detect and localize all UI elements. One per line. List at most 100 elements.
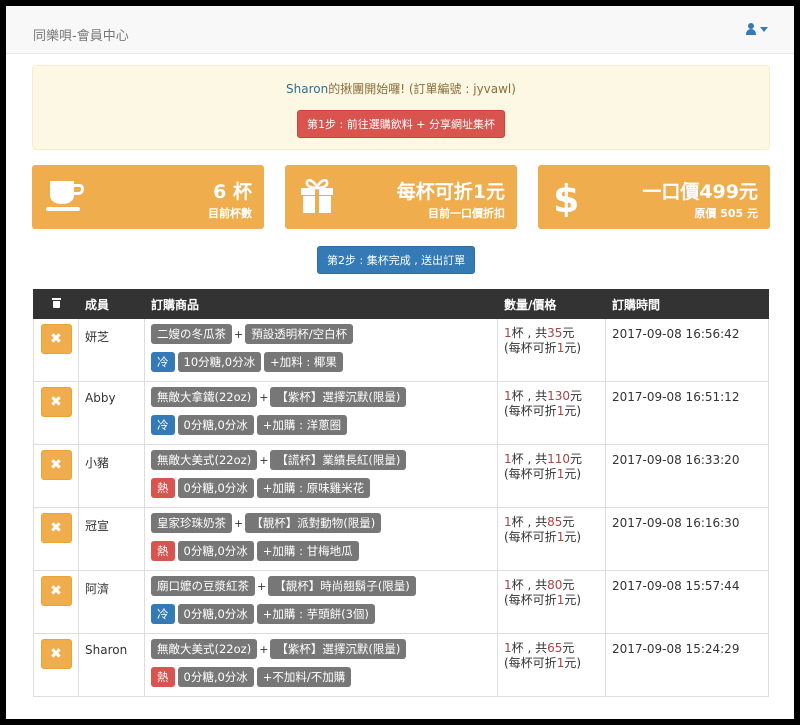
discount-suffix: 元): [564, 530, 582, 544]
member-name: Sharon: [85, 643, 128, 657]
item-line-2: 冷 0分糖,0分冰 +加購 : 洋蔥圈: [151, 415, 491, 435]
drink-label: 廟口嬤の豆漿紅茶: [151, 576, 255, 596]
discount-prefix: (每杯可折: [504, 656, 557, 670]
qty-unit: 杯 , 共: [511, 389, 548, 403]
discount-suffix: 元): [564, 341, 582, 355]
order-notice: Sharon的揪團開始囉! (訂單編號 : jyvawl) 第1步 : 前往選購…: [32, 65, 770, 150]
item-line-2: 熱 0分糖,0分冰 +不加料/不加購: [151, 667, 491, 687]
coffee-cup-icon: [46, 181, 84, 211]
sugar-ice-label: 0分糖,0分冰: [177, 604, 254, 624]
qty-unit: 杯 , 共: [511, 515, 548, 529]
table-row: ✖ 阿濟 廟口嬤の豆漿紅茶 + 【靚杯】時尚翹鬍子(限量) 冷 0分糖,0分冰 +加購 : 芋…: [33, 570, 769, 634]
drink-label: 無敵大美式(22oz): [151, 639, 258, 659]
page-frame: 同樂唄-會員中心 Sharon的揪團開始囉! (訂單編號 : jyvawl) 第…: [6, 6, 794, 719]
addon-label: +加購 : 甘梅地瓜: [256, 541, 359, 561]
discount-prefix: (每杯可折: [504, 341, 557, 355]
trash-icon: [51, 298, 61, 308]
price-unit: 元: [570, 452, 583, 466]
items-cell: 無敵大拿鐵(22oz) + 【紫杯】選擇沉默(限量) 冷 0分糖,0分冰 +加購 : 洋蔥…: [144, 381, 498, 445]
qty-value: 1: [504, 389, 512, 403]
qty-cell: 1杯 , 共65元 (每杯可折1元): [497, 633, 606, 697]
order-time: 2017-09-08 15:24:29: [612, 642, 740, 656]
notice-text: Sharon的揪團開始囉! (訂單編號 : jyvawl): [33, 80, 769, 97]
discount-prefix: (每杯可折: [504, 530, 557, 544]
discount-prefix: (每杯可折: [504, 404, 557, 418]
price-unit: 元: [562, 578, 575, 592]
sugar-ice-label: 10分糖,0分冰: [177, 352, 262, 372]
time-cell: 2017-09-08 16:56:42: [605, 318, 769, 382]
order-table: 成員 訂購商品 數量/價格 訂購時間 ✖ 妍芝 二嫂の冬瓜茶 + 預設透明杯/空白杯冷 1…: [33, 289, 769, 697]
app-title[interactable]: 同樂唄-會員中心: [33, 25, 129, 44]
drink-label: 無敵大拿鐵(22oz): [151, 387, 258, 407]
navbar: 同樂唄-會員中心: [6, 6, 794, 54]
qty-unit: 杯 , 共: [511, 641, 548, 655]
delete-button[interactable]: ✖: [40, 576, 72, 606]
table-row: ✖ 小豬 無敵大美式(22oz) + 【謊杯】業績長紅(限量) 熱 0分糖,0分冰 +加購 :…: [33, 444, 769, 508]
item-line-1: 無敵大美式(22oz) + 【紫杯】選擇沉默(限量): [151, 639, 491, 659]
price-value: 130: [547, 389, 570, 403]
header-items: 訂購商品: [144, 289, 498, 319]
notice-message: 的揪團開始囉! (訂單編號 : jyvawl): [328, 82, 516, 96]
step2-button[interactable]: 第2步 : 集杯完成 , 送出訂單: [317, 246, 476, 274]
delete-button[interactable]: ✖: [40, 450, 72, 480]
item-line-1: 二嫂の冬瓜茶 + 預設透明杯/空白杯: [151, 324, 491, 344]
member-name: 小豬: [85, 456, 110, 470]
qty-value: 1: [504, 578, 512, 592]
sugar-ice-label: 0分糖,0分冰: [177, 667, 254, 687]
plus-sign: +: [234, 327, 244, 341]
plus-sign: +: [259, 390, 269, 404]
delete-button[interactable]: ✖: [40, 639, 72, 669]
member-cell: 妍芝: [78, 318, 145, 382]
delete-button[interactable]: ✖: [40, 387, 72, 417]
qty-unit: 杯 , 共: [511, 452, 548, 466]
member-cell: 冠宣: [78, 507, 145, 571]
svg-text:$: $: [553, 177, 579, 217]
addon-label: +加購 : 原味雞米花: [256, 478, 371, 498]
header-delete: [33, 289, 79, 319]
delete-cell: ✖: [33, 444, 79, 508]
price-value: 110: [547, 452, 570, 466]
plus-sign: +: [259, 453, 269, 467]
price-value: 35: [547, 326, 563, 340]
order-time: 2017-09-08 15:57:44: [612, 579, 740, 593]
cup-option-label: 【靚杯】時尚翹鬍子(限量): [268, 576, 416, 596]
item-line-1: 無敵大拿鐵(22oz) + 【紫杯】選擇沉默(限量): [151, 387, 491, 407]
price-unit: 元: [562, 326, 575, 340]
header-time: 訂購時間: [605, 289, 769, 319]
member-cell: Sharon: [78, 633, 145, 697]
items-cell: 二嫂の冬瓜茶 + 預設透明杯/空白杯冷 10分糖,0分冰 +加料 : 椰果: [144, 318, 498, 382]
table-row: ✖ 妍芝 二嫂の冬瓜茶 + 預設透明杯/空白杯冷 10分糖,0分冰 +加料 : 椰果 1杯 ,…: [33, 318, 769, 382]
item-line-2: 冷 10分糖,0分冰 +加料 : 椰果: [151, 352, 491, 372]
user-icon: [746, 23, 757, 35]
user-menu[interactable]: [746, 23, 768, 35]
time-cell: 2017-09-08 15:57:44: [605, 570, 769, 634]
delete-cell: ✖: [33, 507, 79, 571]
cup-option-label: 【靚杯】派對動物(限量): [245, 513, 382, 533]
caret-down-icon: [760, 26, 768, 32]
table-header-row: 成員 訂購商品 數量/價格 訂購時間: [33, 289, 769, 319]
discount-suffix: 元): [564, 467, 582, 481]
item-line-2: 冷 0分糖,0分冰 +加購 : 芋頭餅(3個): [151, 604, 491, 624]
time-cell: 2017-09-08 16:16:30: [605, 507, 769, 571]
cup-option-label: 【紫杯】選擇沉默(限量): [270, 639, 407, 659]
discount-prefix: (每杯可折: [504, 467, 557, 481]
qty-unit: 杯 , 共: [511, 578, 548, 592]
temperature-badge: 熱: [151, 541, 175, 561]
stat-price: $ 一口價499元 原價 505 元: [538, 165, 770, 229]
cup-option-label: 【紫杯】選擇沉默(限量): [270, 387, 407, 407]
delete-cell: ✖: [33, 570, 79, 634]
stat-cups: 6 杯 目前杯數: [32, 165, 264, 229]
item-line-2: 熱 0分糖,0分冰 +加購 : 原味雞米花: [151, 478, 491, 498]
notice-owner: Sharon: [286, 82, 329, 96]
plus-sign: +: [257, 579, 267, 593]
item-line-1: 廟口嬤の豆漿紅茶 + 【靚杯】時尚翹鬍子(限量): [151, 576, 491, 596]
stat-discount: 每杯可折1元 目前一口價折扣: [285, 165, 517, 229]
qty-cell: 1杯 , 共35元 (每杯可折1元): [497, 318, 606, 382]
step1-button[interactable]: 第1步 : 前往選購飲料 + 分享網址集杯: [297, 110, 505, 138]
delete-button[interactable]: ✖: [40, 513, 72, 543]
time-cell: 2017-09-08 16:51:12: [605, 381, 769, 445]
plus-sign: +: [259, 642, 269, 656]
price-unit: 元: [562, 641, 575, 655]
temperature-badge: 冷: [151, 352, 175, 372]
delete-button[interactable]: ✖: [40, 324, 72, 354]
